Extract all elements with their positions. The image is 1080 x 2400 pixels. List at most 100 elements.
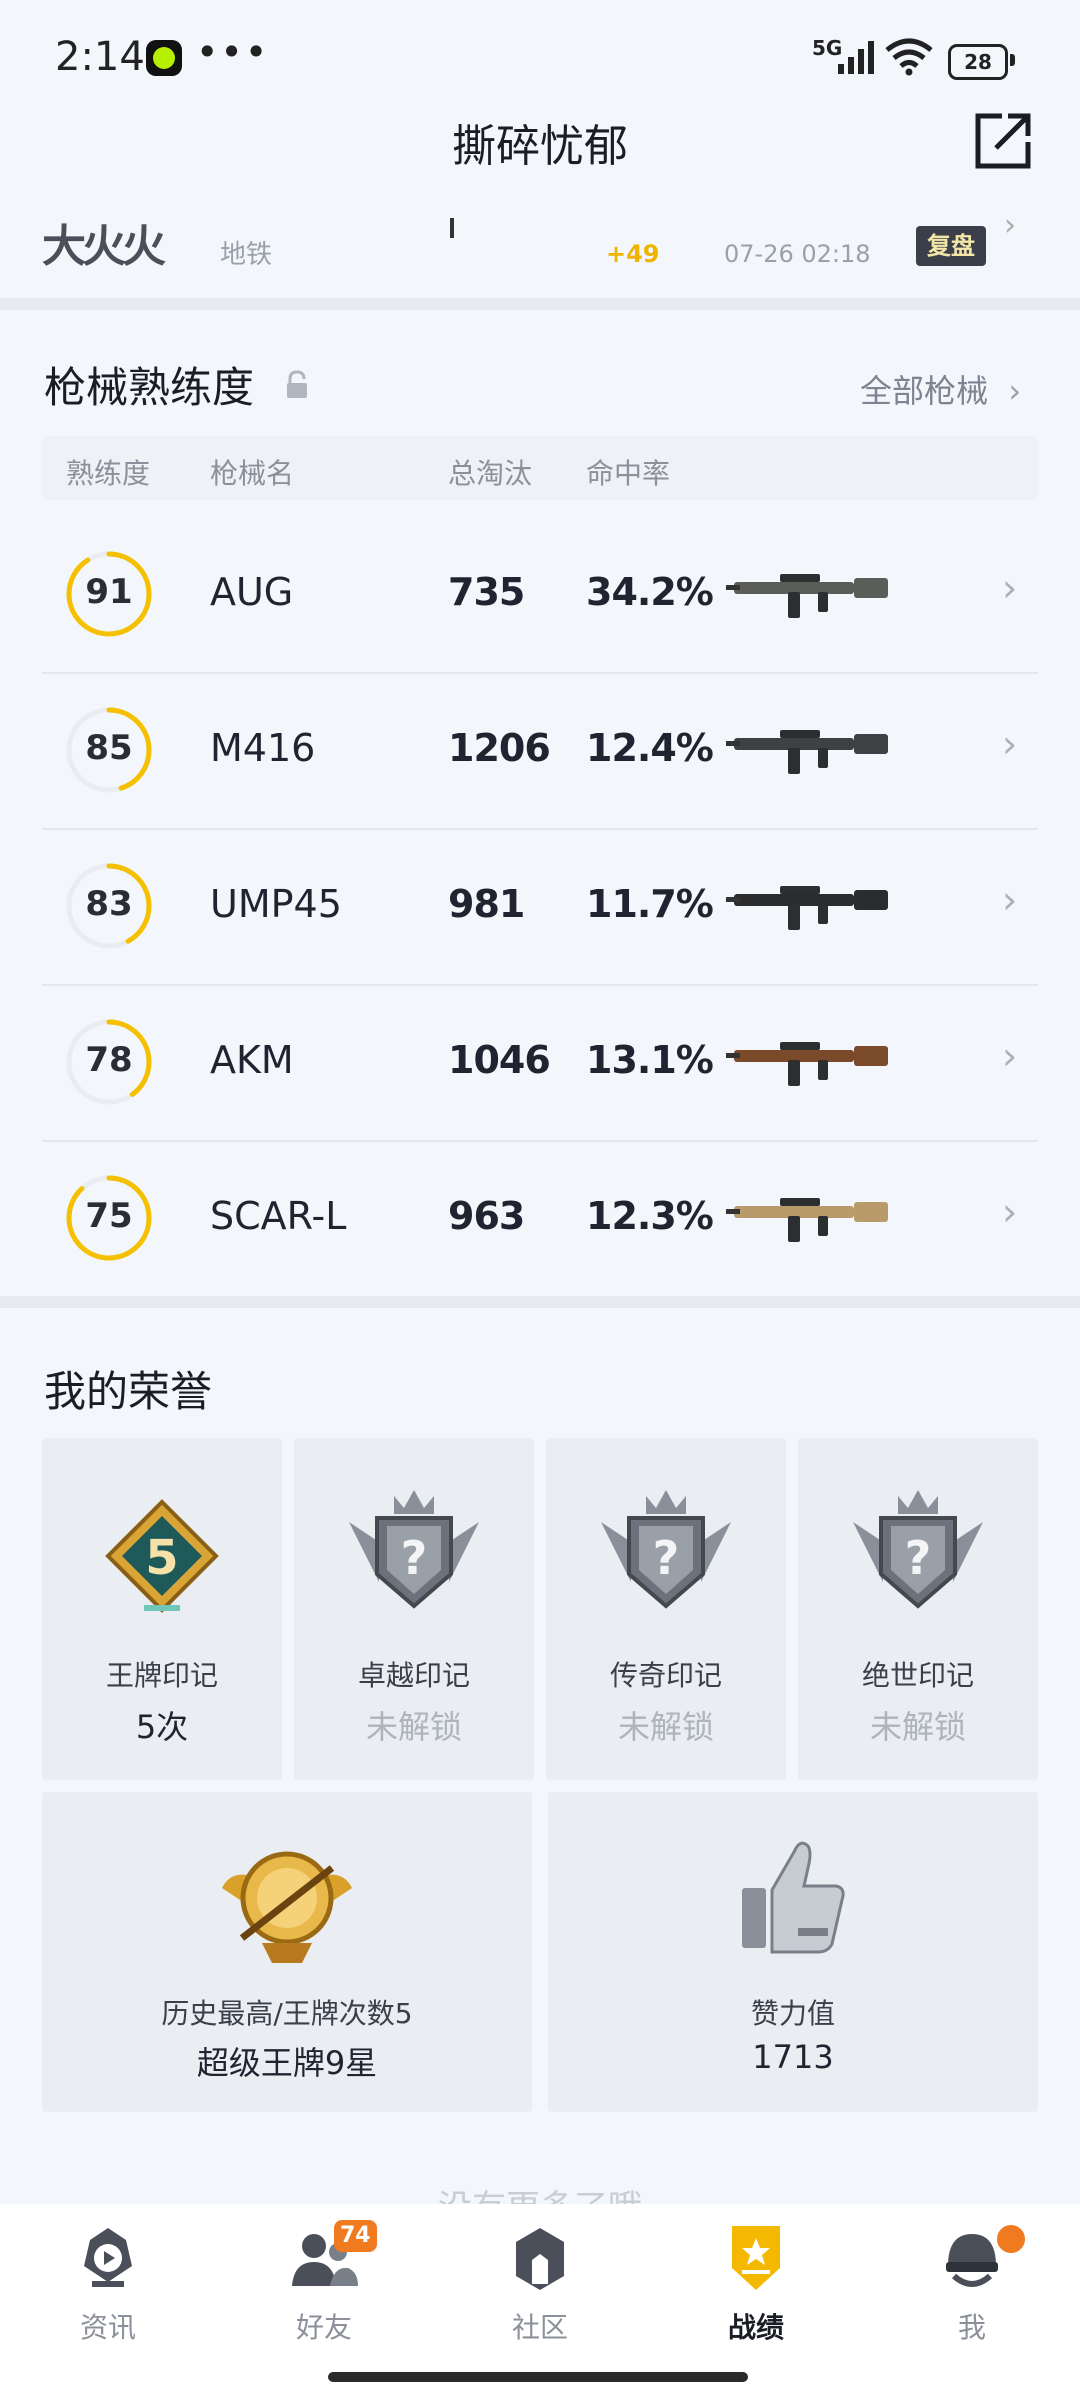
svg-text:?: ? (905, 1531, 932, 1585)
weapon-accuracy: 13.1% (586, 1038, 714, 1082)
status-bar: 2:14 ••• 5G 28 (0, 0, 1080, 110)
friends-badge: 74 (334, 2220, 377, 2252)
external-share-icon[interactable] (972, 110, 1034, 172)
locked-mark-icon: ? (349, 1490, 479, 1609)
nav-friends[interactable]: 74 好友 (254, 2220, 394, 2344)
nav-friends-label: 好友 (295, 2311, 352, 2344)
weapon-kills: 963 (448, 1194, 525, 1238)
battery-icon: 28 (948, 44, 1008, 80)
weapon-row[interactable]: 91 AUG 735 34.2% › (42, 516, 1038, 674)
weapon-image (726, 1198, 888, 1242)
community-icon (516, 2228, 564, 2290)
highest-rank-label: 历史最高/王牌次数5 (161, 1997, 413, 2030)
honor-mark-card[interactable]: ? 绝世印记 未解锁 (798, 1438, 1038, 1780)
chevron-right-icon: › (1002, 722, 1018, 766)
locked-mark-icon: ? (601, 1490, 731, 1609)
weapon-image (726, 730, 888, 774)
nav-community[interactable]: 社区 (470, 2220, 610, 2344)
weapon-name: M416 (210, 726, 316, 770)
col-mastery: 熟练度 (66, 457, 151, 490)
honor-mark-card[interactable]: ? 传奇印记 未解锁 (546, 1438, 786, 1780)
wifi-icon (885, 38, 933, 76)
match-datetime: 07-26 02:18 (724, 240, 871, 268)
svg-text:?: ? (401, 1531, 428, 1585)
honor-mark-card[interactable]: ? 卓越印记 未解锁 (294, 1438, 534, 1780)
highest-rank-card[interactable]: 历史最高/王牌次数5 超级王牌9星 (42, 1792, 532, 2112)
weapon-name: UMP45 (210, 882, 342, 926)
notification-dot (994, 2222, 1028, 2256)
chevron-right-icon: › (1004, 208, 1016, 243)
weapon-name: AKM (210, 1038, 294, 1082)
weapon-kills: 981 (448, 882, 525, 926)
mastery-value: 91 (85, 572, 133, 612)
likes-label: 赞力值 (750, 1997, 835, 2030)
match-mode-logo: 大火火 (42, 221, 166, 272)
honor-mark-label: 绝世印记 (861, 1659, 974, 1692)
nav-record[interactable]: 战绩 (686, 2220, 826, 2344)
match-score: +49 (606, 240, 660, 268)
honor-mark-label: 王牌印记 (105, 1659, 218, 1692)
more-notifications: ••• (196, 30, 270, 74)
nav-profile[interactable]: 我 (902, 2220, 1042, 2344)
record-icon (732, 2226, 780, 2290)
thumbs-up-icon (742, 1841, 845, 1954)
likes-value: 1713 (752, 2038, 834, 2076)
weapon-accuracy: 12.4% (586, 726, 714, 770)
honors-section-title: 我的荣誉 (44, 1367, 213, 1416)
highest-rank-value: 超级王牌9星 (196, 2044, 378, 2082)
nav-record-label: 战绩 (727, 2311, 784, 2344)
weapon-name: AUG (210, 570, 294, 614)
mastery-value: 83 (85, 884, 133, 924)
weapon-row[interactable]: 83 UMP45 981 11.7% › (42, 828, 1038, 986)
nav-news-label: 资讯 (79, 2311, 136, 2344)
weapon-image (726, 1042, 888, 1086)
section-divider (0, 1296, 1080, 1308)
review-button[interactable]: 复盘 (916, 226, 986, 266)
col-total-kills: 总淘汰 (448, 457, 533, 490)
chevron-right-icon: › (1002, 1190, 1018, 1234)
weapon-row[interactable]: 75 SCAR-L 963 12.3% › (42, 1140, 1038, 1298)
weapon-kills: 1046 (448, 1038, 551, 1082)
chevron-right-icon: › (998, 372, 1022, 410)
honor-mark-value: 未解锁 (869, 1708, 966, 1746)
match-mode: 地铁 (220, 240, 273, 270)
page-title: 撕碎忧郁 (452, 121, 628, 172)
status-time: 2:14 (55, 34, 145, 80)
signal-icon (838, 41, 874, 74)
divider-tick (450, 218, 454, 238)
likes-card[interactable]: 赞力值 1713 (548, 1792, 1038, 2112)
all-weapons-label: 全部枪械 (860, 372, 989, 410)
honor-mark-value: 5次 (135, 1708, 189, 1746)
col-weapon-name: 枪械名 (210, 457, 295, 490)
nav-news[interactable]: 资讯 (38, 2220, 178, 2344)
weapons-section-title: 枪械熟练度 (44, 363, 255, 412)
honor-mark-label: 卓越印记 (357, 1659, 470, 1692)
honor-mark-label: 传奇印记 (609, 1659, 722, 1692)
honor-mark-card[interactable]: 5 王牌印记 5次 (42, 1438, 282, 1780)
mastery-value: 78 (85, 1040, 133, 1080)
col-accuracy: 命中率 (586, 457, 671, 490)
lock-icon[interactable] (284, 370, 310, 400)
weapon-row[interactable]: 85 M416 1206 12.4% › (42, 672, 1038, 830)
weapon-kills: 1206 (448, 726, 551, 770)
home-indicator[interactable] (328, 2372, 748, 2382)
section-divider (0, 298, 1080, 310)
chevron-right-icon: › (1002, 566, 1018, 610)
weapon-name: SCAR-L (210, 1194, 347, 1238)
weapon-row[interactable]: 78 AKM 1046 13.1% › (42, 984, 1038, 1142)
mastery-value: 75 (85, 1196, 133, 1236)
svg-text:?: ? (653, 1531, 680, 1585)
all-weapons-link[interactable]: 全部枪械 › (860, 366, 1021, 412)
ace-mark-icon: 5 (105, 1499, 219, 1613)
chevron-right-icon: › (1002, 1034, 1018, 1078)
honor-mark-value: 未解锁 (365, 1708, 462, 1746)
weapons-table-header (42, 436, 1038, 500)
weapon-accuracy: 34.2% (586, 570, 714, 614)
nav-community-label: 社区 (511, 2311, 568, 2344)
honor-mark-value: 未解锁 (617, 1708, 714, 1746)
locked-mark-icon: ? (853, 1490, 983, 1609)
battery-tip (1010, 54, 1015, 66)
news-icon (84, 2228, 132, 2287)
nav-profile-label: 我 (957, 2311, 986, 2344)
chevron-right-icon: › (1002, 878, 1018, 922)
